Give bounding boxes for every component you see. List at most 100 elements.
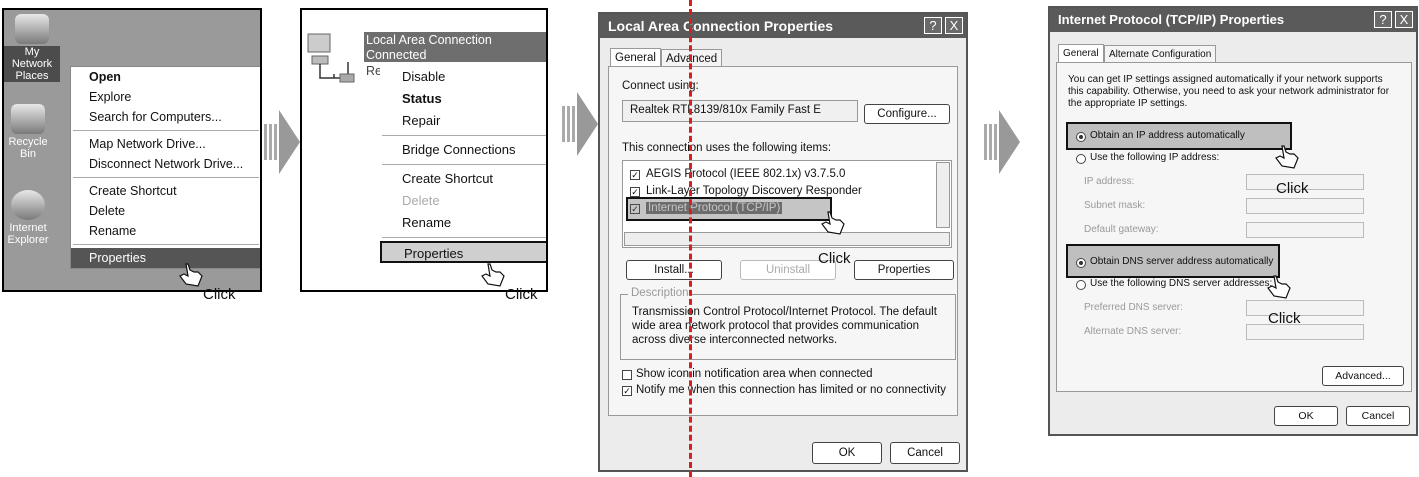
help-button[interactable]: ? (924, 17, 942, 34)
description-line-3: across diverse interconnected networks. (632, 334, 838, 346)
hand-cursor-icon (821, 211, 845, 235)
menu-item-delete: Delete (402, 193, 440, 208)
arrow-right-icon (984, 110, 1020, 174)
close-button[interactable]: X (1395, 11, 1413, 28)
menu-item-open[interactable]: Open (71, 67, 260, 87)
menu-item-delete[interactable]: Delete (71, 201, 260, 221)
click-label-2: Click (505, 286, 538, 303)
subnet-mask-label: Subnet mask: (1084, 200, 1146, 211)
connect-using-label: Connect using: (622, 80, 699, 92)
desktop-panel: My Network Places Recycle Bin Internet E… (2, 8, 262, 292)
cancel-button[interactable]: Cancel (1346, 406, 1410, 426)
item-checkbox[interactable]: ✓ (630, 187, 640, 197)
hand-cursor-icon (1275, 145, 1299, 169)
click-label-1: Click (203, 286, 236, 303)
menu-item-status[interactable]: Status (380, 88, 546, 110)
description-line-1: Transmission Control Protocol/Internet P… (632, 306, 937, 318)
dialog-title-bar[interactable]: Internet Protocol (TCP/IP) Properties (1050, 8, 1416, 32)
menu-separator (382, 135, 546, 136)
menu-item-disable[interactable]: Disable (380, 66, 546, 88)
internet-explorer-icon[interactable]: Internet Explorer (4, 190, 56, 246)
connection-context-menu: Disable Status Repair Bridge Connections Cre… (380, 66, 546, 263)
preferred-dns-field (1246, 300, 1364, 316)
connection-status: Connected (366, 48, 427, 62)
alternate-dns-label: Alternate DNS server: (1084, 326, 1182, 337)
description-label: Description (628, 287, 692, 299)
ok-button[interactable]: OK (812, 442, 882, 464)
obtain-dns-label: Obtain DNS server address automatically (1090, 256, 1274, 267)
default-gateway-field (1246, 222, 1364, 238)
items-label: This connection uses the following items… (622, 142, 832, 154)
close-button[interactable]: X (945, 17, 963, 34)
default-gateway-label: Default gateway: (1084, 224, 1159, 235)
tab-general[interactable]: General (1058, 44, 1104, 62)
click-label-4: Click (1276, 180, 1309, 197)
notify-label: Notify me when this connection has limit… (636, 384, 947, 396)
menu-item-create-shortcut[interactable]: Create Shortcut (380, 168, 546, 190)
click-label-3: Click (818, 250, 851, 267)
menu-item-rename[interactable]: Rename (71, 221, 260, 241)
menu-item-properties[interactable]: Properties (380, 241, 546, 263)
adapter-name: Realtek RTL8139/810x Family Fast E (630, 104, 821, 116)
item-lltd[interactable]: Link-Layer Topology Discovery Responder (646, 185, 862, 197)
properties-button[interactable]: Properties (854, 260, 954, 280)
network-connection-icon (307, 33, 355, 83)
obtain-dns-radio[interactable] (1076, 258, 1086, 268)
use-dns-label: Use the following DNS server addresses: (1090, 278, 1273, 289)
hand-cursor-icon (481, 263, 505, 287)
item-aegis[interactable]: AEGIS Protocol (IEEE 802.1x) v3.7.5.0 (646, 168, 845, 180)
recycle-bin-icon[interactable]: Recycle Bin (4, 104, 56, 160)
cancel-button[interactable]: Cancel (890, 442, 960, 464)
description-line-2: wide area network protocol that provides… (632, 320, 920, 332)
obtain-ip-radio[interactable] (1076, 132, 1086, 142)
intro-line-3: the appropriate IP settings. (1068, 98, 1188, 109)
use-dns-radio[interactable] (1076, 280, 1086, 290)
help-button[interactable]: ? (1374, 11, 1392, 28)
ip-address-label: IP address: (1084, 176, 1135, 187)
notify-checkbox[interactable]: ✓ (622, 386, 632, 396)
menu-item-rename[interactable]: Rename (380, 212, 546, 234)
tab-general[interactable]: General (610, 48, 661, 66)
menu-item-search-for-computers[interactable]: Search for Computers... (71, 107, 260, 127)
network-connections-panel: Local Area Connection Connected Re Disab… (300, 8, 548, 292)
hand-cursor-icon (179, 263, 203, 287)
local-area-connection-properties-dialog: Local Area Connection Properties ? X Gen… (598, 12, 968, 472)
preferred-dns-label: Preferred DNS server: (1084, 302, 1183, 313)
menu-separator (73, 130, 259, 131)
menu-item-disconnect-network-drive[interactable]: Disconnect Network Drive... (71, 154, 260, 174)
hand-cursor-icon (1267, 275, 1291, 299)
ok-button[interactable]: OK (1274, 406, 1338, 426)
dialog-title-bar[interactable]: Local Area Connection Properties (600, 14, 966, 38)
tcpip-properties-dialog: Internet Protocol (TCP/IP) Properties ? … (1048, 6, 1418, 436)
internet-explorer-label: Internet Explorer (7, 222, 49, 246)
menu-item-repair[interactable]: Repair (380, 110, 546, 132)
vertical-scrollbar[interactable] (936, 162, 950, 228)
obtain-ip-label: Obtain an IP address automatically (1090, 130, 1245, 141)
show-icon-label: Show icon in notification area when conn… (636, 368, 873, 380)
dialog-title: Internet Protocol (TCP/IP) Properties (1058, 12, 1285, 27)
configure-button[interactable]: Configure... (864, 104, 950, 124)
use-ip-radio[interactable] (1076, 154, 1086, 164)
show-icon-checkbox[interactable] (622, 370, 632, 380)
advanced-button[interactable]: Advanced... (1322, 366, 1404, 386)
menu-separator (382, 164, 546, 165)
use-ip-label: Use the following IP address: (1090, 152, 1220, 163)
tab-alternate-configuration[interactable]: Alternate Configuration (1104, 45, 1217, 63)
red-dashed-divider (689, 0, 692, 477)
my-network-places-icon[interactable]: My Network Places (4, 14, 60, 82)
menu-item-create-shortcut[interactable]: Create Shortcut (71, 181, 260, 201)
menu-item-explore[interactable]: Explore (71, 87, 260, 107)
menu-item-properties[interactable]: Properties (71, 248, 260, 268)
intro-line-2: this capability. Otherwise, you need to … (1068, 86, 1390, 97)
click-label-5: Click (1268, 310, 1301, 327)
menu-item-map-network-drive[interactable]: Map Network Drive... (71, 134, 260, 154)
menu-item-bridge-connections[interactable]: Bridge Connections (380, 139, 546, 161)
horizontal-scrollbar[interactable] (624, 232, 950, 246)
dialog-title: Local Area Connection Properties (608, 18, 834, 34)
my-network-places-label: My Network Places (4, 46, 60, 82)
recycle-bin-label: Recycle Bin (8, 136, 48, 160)
item-checkbox[interactable]: ✓ (630, 170, 640, 180)
menu-separator (382, 237, 546, 238)
install-button[interactable]: Install... (626, 260, 722, 280)
desktop-context-menu: Open Explore Search for Computers... Map Ne… (70, 66, 260, 269)
